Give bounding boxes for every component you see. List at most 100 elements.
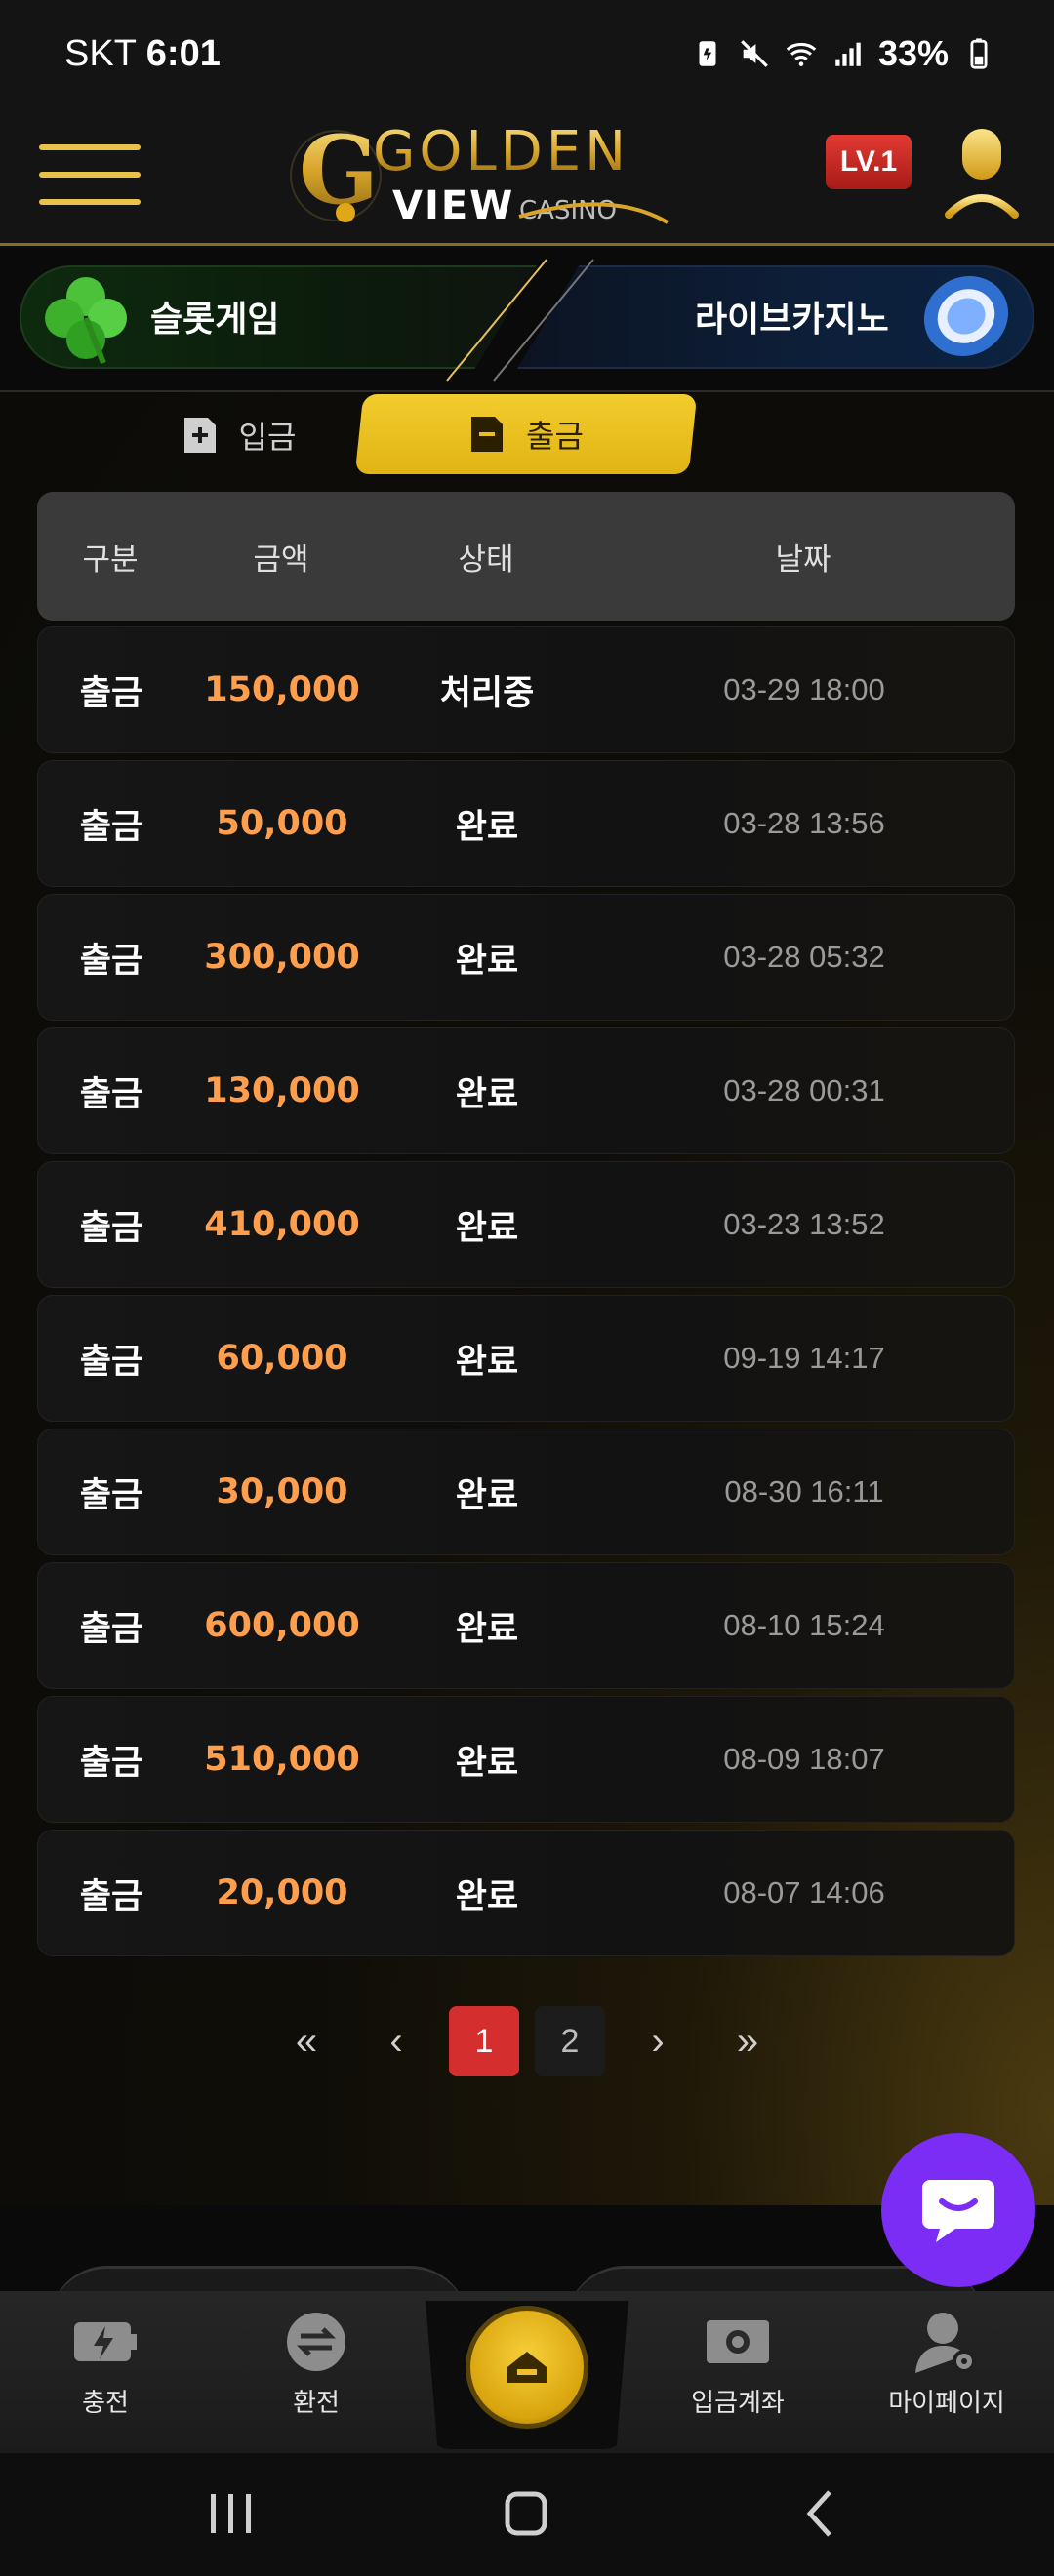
row-date: 03-29 18:00 xyxy=(723,672,885,706)
table-row: 출금 130,000 완료 03-28 00:31 xyxy=(37,1027,1015,1154)
row-type: 출금 xyxy=(79,673,143,713)
row-date: 09-19 14:17 xyxy=(723,1341,885,1375)
row-status: 완료 xyxy=(455,1743,519,1783)
row-date: 08-10 15:24 xyxy=(723,1608,885,1642)
page-1-button[interactable]: 1 xyxy=(449,2006,519,2076)
header-status: 상태 xyxy=(458,542,514,578)
row-amount: 50,000 xyxy=(216,804,348,843)
mypage-icon xyxy=(915,2313,976,2373)
row-date: 03-23 13:52 xyxy=(723,1207,885,1241)
row-date: 03-28 00:31 xyxy=(723,1073,885,1107)
row-status: 완료 xyxy=(455,941,519,981)
exchange-icon xyxy=(287,2313,345,2371)
banner-divider xyxy=(446,259,594,382)
minus-doc-icon xyxy=(470,417,503,452)
nav-charge-label: 충전 xyxy=(82,2389,129,2418)
table-row: 출금 60,000 완료 09-19 14:17 xyxy=(37,1295,1015,1422)
row-type: 출금 xyxy=(79,1342,143,1382)
user-icon[interactable] xyxy=(945,125,1019,222)
row-amount: 600,000 xyxy=(204,1606,360,1645)
row-status: 완료 xyxy=(455,1876,519,1916)
wifi-icon xyxy=(786,42,817,66)
tab-deposit[interactable]: 입금 xyxy=(117,398,361,472)
android-nav-bar xyxy=(0,2453,1054,2576)
prev-page-button[interactable]: ‹ xyxy=(359,2006,433,2076)
row-amount: 60,000 xyxy=(216,1339,348,1378)
row-date: 08-09 18:07 xyxy=(723,1742,885,1776)
table-header: 구분 금액 상태 날짜 xyxy=(37,492,1015,621)
withdraw-history-panel: 입금 출금 구분 금액 상태 날짜 출금 150,000 처리중 03-29 1… xyxy=(0,392,1054,2205)
nav-exchange-label: 환전 xyxy=(293,2389,340,2418)
table-row: 출금 600,000 완료 08-10 15:24 xyxy=(37,1562,1015,1689)
sim-icon xyxy=(699,41,716,66)
page-2-button[interactable]: 2 xyxy=(535,2006,605,2076)
svg-text:GOLDEN: GOLDEN xyxy=(373,120,629,183)
tab-deposit-label: 입금 xyxy=(238,419,297,456)
row-date: 08-30 16:11 xyxy=(724,1474,884,1509)
row-status: 처리중 xyxy=(439,673,535,713)
live-casino-label: 라이브카지노 xyxy=(695,300,889,340)
clock-label: 6:01 xyxy=(145,32,221,74)
tab-withdraw-label: 출금 xyxy=(525,418,584,455)
row-status: 완료 xyxy=(455,1342,519,1382)
header-type: 구분 xyxy=(82,542,139,578)
next-page-button[interactable]: › xyxy=(621,2006,695,2076)
row-amount: 150,000 xyxy=(204,670,360,709)
nav-mypage-label: 마이페이지 xyxy=(888,2389,1005,2418)
first-page-button[interactable]: « xyxy=(269,2006,344,2076)
nav-deposit-account[interactable]: 입금계좌 xyxy=(640,2311,835,2447)
nav-deposit-account-label: 입금계좌 xyxy=(691,2389,785,2418)
mute-icon xyxy=(741,40,768,67)
row-type: 출금 xyxy=(79,807,143,847)
last-page-button[interactable]: » xyxy=(710,2006,785,2076)
nav-charge[interactable]: 충전 xyxy=(8,2311,203,2447)
row-status: 완료 xyxy=(455,807,519,847)
row-amount: 300,000 xyxy=(204,938,360,977)
level-badge: LV.1 xyxy=(826,135,912,189)
table-row: 출금 50,000 완료 03-28 13:56 xyxy=(37,760,1015,887)
row-type: 출금 xyxy=(79,1743,143,1783)
row-type: 출금 xyxy=(79,1876,143,1916)
clover-icon xyxy=(45,277,127,365)
home-button[interactable] xyxy=(470,2311,584,2424)
row-type: 출금 xyxy=(79,941,143,981)
back-icon[interactable] xyxy=(789,2482,857,2545)
table-row: 출금 150,000 처리중 03-29 18:00 xyxy=(37,626,1015,753)
header-amount: 금액 xyxy=(253,542,309,578)
bank-icon xyxy=(707,2320,769,2363)
table-row: 출금 410,000 완료 03-23 13:52 xyxy=(37,1161,1015,1288)
row-status: 완료 xyxy=(455,1475,519,1515)
table-body: 출금 150,000 처리중 03-29 18:00 출금 50,000 완료 … xyxy=(37,626,1015,1963)
charge-icon xyxy=(74,2322,137,2361)
battery-icon xyxy=(970,38,988,69)
row-date: 03-28 13:56 xyxy=(723,806,885,840)
row-amount: 510,000 xyxy=(204,1740,360,1779)
status-bar: SKT 6:01 33% xyxy=(0,0,1054,107)
header-date: 날짜 xyxy=(775,542,831,578)
pagination: « ‹ 1 2 › » xyxy=(0,2004,1054,2078)
golden-view-logo[interactable]: G GOLDEN VIEW CASINO xyxy=(289,107,757,244)
home-system-icon[interactable] xyxy=(492,2482,560,2545)
nav-mypage[interactable]: 마이페이지 xyxy=(849,2311,1044,2447)
status-left: SKT 6:01 xyxy=(64,33,221,75)
home-icon xyxy=(507,2352,547,2383)
nav-exchange[interactable]: 환전 xyxy=(219,2311,414,2447)
signal-icon xyxy=(835,42,861,66)
table-row: 출금 30,000 완료 08-30 16:11 xyxy=(37,1429,1015,1555)
game-banners: 슬롯게임 라이브카지노 xyxy=(0,248,1054,392)
table-row: 출금 20,000 완료 08-07 14:06 xyxy=(37,1830,1015,1956)
menu-icon[interactable] xyxy=(39,135,141,213)
slot-game-label: 슬롯게임 xyxy=(150,300,280,340)
chip-icon xyxy=(923,275,1009,357)
carrier-label: SKT xyxy=(64,32,137,74)
recent-apps-icon[interactable] xyxy=(197,2482,265,2545)
row-amount: 130,000 xyxy=(204,1071,360,1110)
tab-withdraw[interactable]: 출금 xyxy=(354,394,698,474)
row-type: 출금 xyxy=(79,1074,143,1114)
row-date: 03-28 05:32 xyxy=(723,940,885,974)
app-header: G GOLDEN VIEW CASINO LV.1 xyxy=(0,107,1054,246)
live-chat-button[interactable] xyxy=(881,2133,1035,2287)
svg-text:VIEW: VIEW xyxy=(392,183,514,228)
row-amount: 30,000 xyxy=(216,1472,348,1511)
row-status: 완료 xyxy=(455,1074,519,1114)
